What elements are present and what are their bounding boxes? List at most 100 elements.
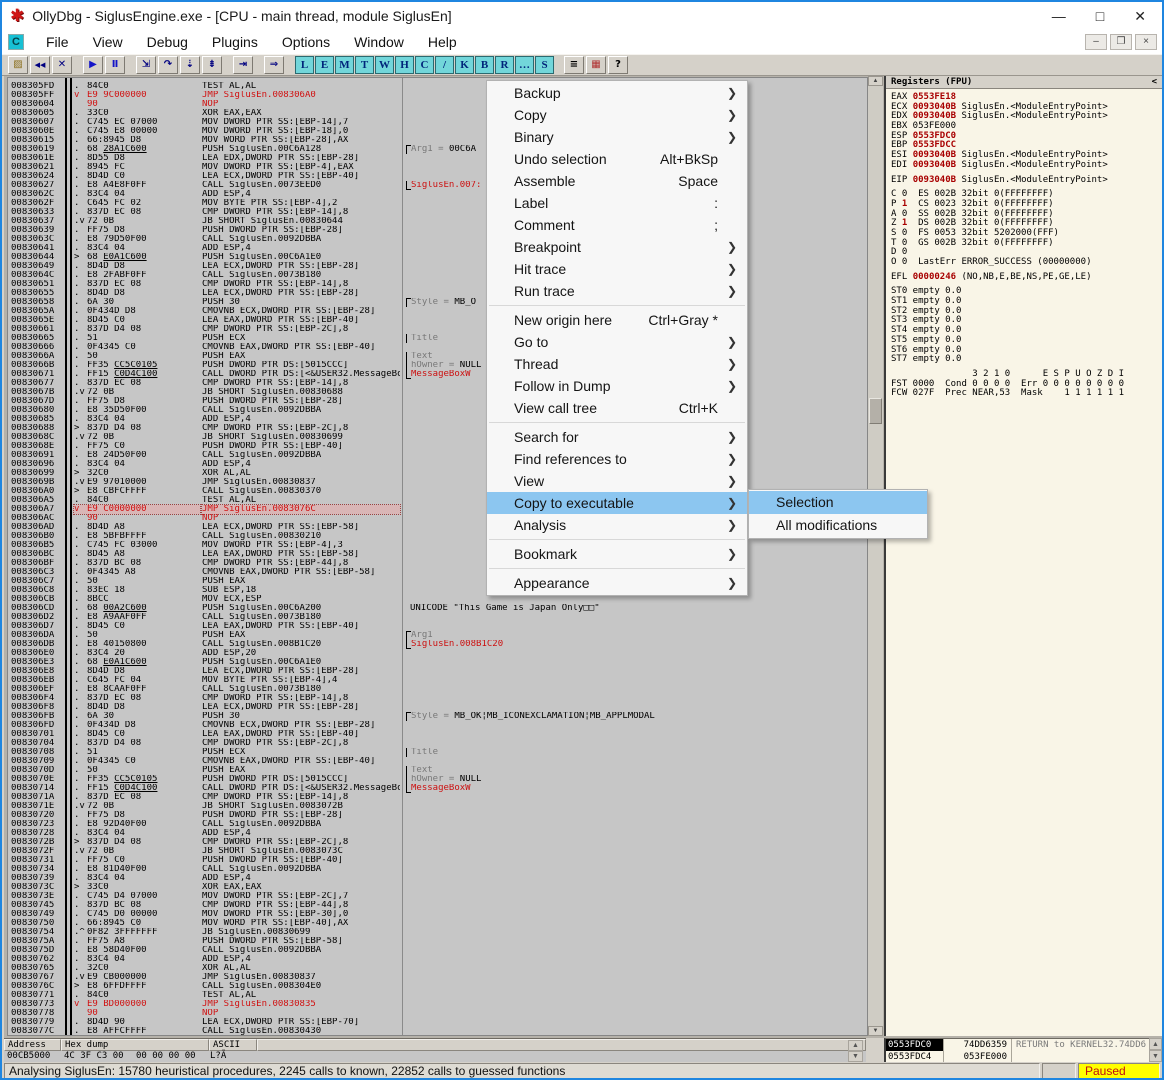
menu-item-view[interactable]: View❯ [487,470,747,492]
submenu-item-all-modifications[interactable]: All modifications [749,514,927,537]
stack-row[interactable]: 0553FDC074DD6359RETURN to KERNEL32.74DD6 [886,1039,1160,1051]
asm-line[interactable]: 0083072B>837D D4 08CMP DWORD PTR SS:[EBP… [8,838,867,847]
scroll-up-arrow[interactable]: ▲ [868,76,883,86]
asm-line[interactable]: 008306EB.C645 FC 04MOV BYTE PTR SS:[EBP-… [8,676,867,685]
asm-line[interactable]: 0083076C>E8 6FFDFFFFCALL SiglusEn.008304… [8,982,867,991]
asm-line[interactable]: 008306D7.8D45 C0LEA EAX,DWORD PTR SS:[EB… [8,622,867,631]
asm-line[interactable]: 00830704.837D D4 08CMP DWORD PTR SS:[EBP… [8,739,867,748]
scrollbar-thumb[interactable] [869,398,882,424]
asm-line[interactable]: 00830762.83C4 04ADD ESP,4 [8,955,867,964]
dump-scroll-down-icon[interactable]: ▼ [848,1051,863,1062]
menu-item-find-references-to[interactable]: Find references to❯ [487,448,747,470]
asm-line[interactable]: 0083075D.E8 58D40F00CALL SiglusEn.0092DB… [8,946,867,955]
asm-line[interactable]: 00830734.E8 81D40F00CALL SiglusEn.0092DB… [8,865,867,874]
toolbar-letter-C-button[interactable]: C [415,56,434,74]
menu-item-binary[interactable]: Binary❯ [487,126,747,148]
toolbar-letter-M-button[interactable]: M [335,56,354,74]
menu-file[interactable]: File [34,30,81,54]
asm-line[interactable]: 00830731.FF75 C0PUSH DWORD PTR SS:[EBP-4… [8,856,867,865]
asm-line[interactable]: 008306F4.837D EC 08CMP DWORD PTR SS:[EBP… [8,694,867,703]
toolbar-letter-B-button[interactable]: B [475,56,494,74]
toolbar-letter-slash-button[interactable]: / [435,56,454,74]
menu-item-new-origin-here[interactable]: New origin hereCtrl+Gray * [487,309,747,331]
asm-line[interactable]: 0083073E.C745 D4 07000MOV DWORD PTR SS:[… [8,892,867,901]
asm-line[interactable]: 00830767.vE9 CB000000JMP SiglusEn.008308… [8,973,867,982]
toolbar-close-program-button[interactable]: ✕ [52,56,72,74]
menu-item-breakpoint[interactable]: Breakpoint❯ [487,236,747,258]
menu-debug[interactable]: Debug [135,30,200,54]
asm-line[interactable]: 00830773vE9 BD000000JMP SiglusEn.0083083… [8,1000,867,1009]
register-row[interactable]: EFL 00000246 (NO,NB,E,BE,NS,PE,GE,LE) [891,273,1157,283]
asm-line[interactable]: 00830723.E8 92D40F00CALL SiglusEn.0092DB… [8,820,867,829]
submenu-item-selection[interactable]: Selection [749,491,927,514]
menu-item-analysis[interactable]: Analysis❯ [487,514,747,536]
asm-line[interactable]: 00830750.66:8945 C0MOV WORD PTR SS:[EBP-… [8,919,867,928]
asm-line[interactable]: 008306FB.6A 30PUSH 30Style = MB_OK¦MB_IC… [8,712,867,721]
toolbar-letter-K-button[interactable]: K [455,56,474,74]
maximize-button[interactable]: □ [1096,8,1104,25]
mdi-restore-button[interactable]: ❐ [1110,34,1132,50]
toolbar-letter-E-button[interactable]: E [315,56,334,74]
menu-plugins[interactable]: Plugins [200,30,270,54]
toolbar-letter-dots-button[interactable]: … [515,56,534,74]
register-row[interactable]: EIP 0093040B SiglusEn.<ModuleEntryPoint> [891,176,1157,186]
asm-line[interactable]: 0083072F.v72 0BJB SHORT SiglusEn.0083073… [8,847,867,856]
registers-collapse-icon[interactable]: < [1152,76,1157,88]
menu-item-view-call-tree[interactable]: View call treeCtrl+K [487,397,747,419]
asm-line[interactable]: 0083070E.FF35 CC5C0105PUSH DWORD PTR DS:… [8,775,867,784]
scroll-down-arrow[interactable]: ▼ [868,1026,883,1036]
toolbar-until-return-button[interactable]: ⇥ [233,56,253,74]
toolbar-view-list-button[interactable]: ≡ [564,56,584,74]
menu-item-assemble[interactable]: AssembleSpace [487,170,747,192]
menu-item-hit-trace[interactable]: Hit trace❯ [487,258,747,280]
register-row[interactable]: EDI 0093040B SiglusEn.<ModuleEntryPoint> [891,161,1157,171]
asm-line[interactable]: 008306D2.E8 A9AAF0FFCALL SiglusEn.0073B1… [8,613,867,622]
asm-line[interactable]: 00830728.83C4 04ADD ESP,4 [8,829,867,838]
toolbar-appearance-button[interactable]: ▦ [586,56,606,74]
toolbar-step-over-button[interactable]: ↷ [158,56,178,74]
toolbar-pause-button[interactable]: Ⅱ [105,56,125,74]
menu-window[interactable]: Window [342,30,416,54]
toolbar-letter-W-button[interactable]: W [375,56,394,74]
register-row[interactable]: ST7 empty 0.0 [891,355,1157,365]
asm-line[interactable]: 00830779.8D4D 90LEA ECX,DWORD PTR SS:[EB… [8,1018,867,1027]
asm-line[interactable]: 008306CB.8BCCMOV ECX,ESP [8,595,867,604]
stack-scroll-down-icon[interactable]: ▼ [1149,1050,1162,1062]
cpu-child-icon[interactable]: C [8,34,24,50]
toolbar-step-into-button[interactable]: ⇲ [136,56,156,74]
menu-item-go-to[interactable]: Go to❯ [487,331,747,353]
asm-line[interactable]: 00830714.FF15 C0D4C100CALL DWORD PTR DS:… [8,784,867,793]
menu-item-label[interactable]: Label: [487,192,747,214]
menu-item-copy-to-executable[interactable]: Copy to executable❯ [487,492,747,514]
asm-line[interactable]: 0083071E.v72 0BJB SHORT SiglusEn.0083072… [8,802,867,811]
menu-help[interactable]: Help [416,30,469,54]
asm-line[interactable]: 0083071A.837D EC 08CMP DWORD PTR SS:[EBP… [8,793,867,802]
asm-line[interactable]: 00830749.C745 D0 00000MOV DWORD PTR SS:[… [8,910,867,919]
menu-item-comment[interactable]: Comment; [487,214,747,236]
toolbar-letter-R-button[interactable]: R [495,56,514,74]
asm-line[interactable]: 0083077C.E8 AFFCFFFFCALL SiglusEn.008304… [8,1027,867,1036]
asm-line[interactable]: 0083073C>33C0XOR EAX,EAX [8,883,867,892]
asm-line[interactable]: 008306CD.68 00A2C600PUSH SiglusEn.00C6A2… [8,604,867,613]
disassembly-scrollbar[interactable]: ▲ ▼ [868,76,883,1036]
stack-row[interactable]: 0553FDC4053FE000 [886,1051,1160,1062]
asm-line[interactable]: 00830701.8D45 C0LEA EAX,DWORD PTR SS:[EB… [8,730,867,739]
asm-line[interactable]: 0083075A.FF75 A8PUSH DWORD PTR SS:[EBP-5… [8,937,867,946]
asm-line[interactable]: 00830754.^0F82 3FFFFFFFJB SiglusEn.00830… [8,928,867,937]
asm-line[interactable]: 00830739.83C4 04ADD ESP,4 [8,874,867,883]
toolbar-letter-S-button[interactable]: S [535,56,554,74]
toolbar-open-file-button[interactable]: ▨ [8,56,28,74]
asm-line[interactable]: 00830765.32C0XOR AL,AL [8,964,867,973]
toolbar-letter-H-button[interactable]: H [395,56,414,74]
asm-line[interactable]: 008306EF.E8 8CAAF0FFCALL SiglusEn.0073B1… [8,685,867,694]
menu-item-run-trace[interactable]: Run trace❯ [487,280,747,302]
close-button[interactable]: ✕ [1134,8,1146,25]
menu-item-appearance[interactable]: Appearance❯ [487,572,747,594]
toolbar-animate-over-button[interactable]: ⇟ [202,56,222,74]
menu-item-bookmark[interactable]: Bookmark❯ [487,543,747,565]
asm-line[interactable]: 00830720.FF75 D8PUSH DWORD PTR SS:[EBP-2… [8,811,867,820]
asm-line[interactable]: 008306DB.E8 40150800CALL SiglusEn.008B1C… [8,640,867,649]
menu-item-copy[interactable]: Copy❯ [487,104,747,126]
asm-line[interactable]: 008306E3.68 E0A1C600PUSH SiglusEn.00C6A1… [8,658,867,667]
menu-item-undo-selection[interactable]: Undo selectionAlt+BkSp [487,148,747,170]
